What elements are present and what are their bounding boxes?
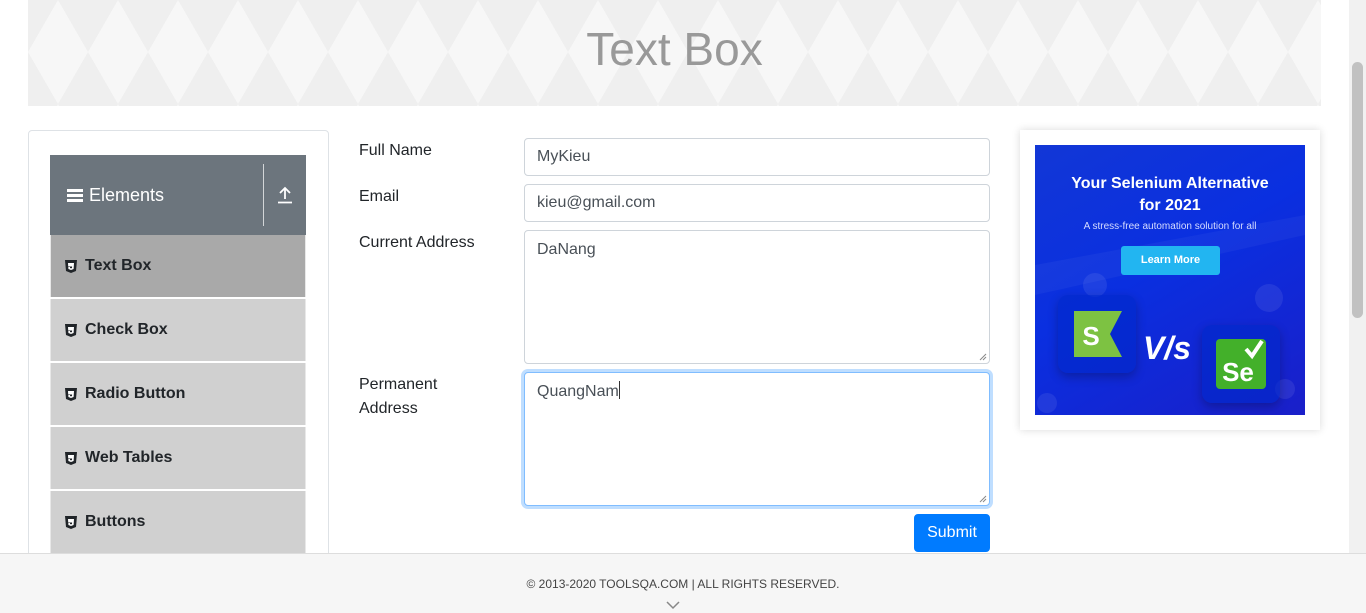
selenium-logo-tile: Se: [1202, 325, 1280, 403]
sidebar-item-label: Radio Button: [85, 385, 186, 402]
html5-icon: [65, 515, 77, 529]
email-input[interactable]: kieu@gmail.com: [524, 184, 990, 222]
permanent-address-label: Permanent Address: [359, 373, 499, 421]
text-cursor: [618, 381, 620, 399]
hamburger-icon: [67, 188, 83, 202]
page-banner: Text Box: [28, 0, 1321, 106]
katalon-logo-tile: S: [1058, 295, 1136, 373]
permanent-address-value: QuangNam: [537, 383, 619, 400]
sidebar-item-web-tables[interactable]: Web Tables: [50, 427, 306, 489]
html5-icon: [65, 259, 77, 273]
upload-arrow-icon: [278, 186, 292, 204]
current-address-label: Current Address: [359, 234, 475, 251]
collapse-toggle[interactable]: [264, 155, 306, 235]
page-title: Text Box: [586, 23, 763, 75]
sidebar-item-label: Web Tables: [85, 449, 173, 466]
learn-more-button[interactable]: Learn More: [1121, 246, 1220, 275]
sidebar-item-radio-button[interactable]: Radio Button: [50, 363, 306, 425]
permanent-address-label-line1: Permanent: [359, 376, 438, 393]
html5-icon: [65, 387, 77, 401]
permanent-address-textarea[interactable]: QuangNam: [524, 372, 990, 506]
resize-handle-icon[interactable]: [979, 353, 987, 361]
advertisement[interactable]: Your Selenium Alternative for 2021 A str…: [1020, 130, 1320, 430]
current-address-value: DaNang: [537, 241, 596, 258]
elements-group-header[interactable]: Elements: [50, 155, 306, 235]
ad-headline: Your Selenium Alternative for 2021: [1035, 173, 1305, 217]
ad-headline-line1: Your Selenium Alternative: [1071, 175, 1269, 192]
html5-icon: [65, 323, 77, 337]
copyright-text: © 2013-2020 TOOLSQA.COM | ALL RIGHTS RES…: [526, 577, 840, 591]
katalon-logo-letter: S: [1082, 321, 1099, 351]
footer: © 2013-2020 TOOLSQA.COM | ALL RIGHTS RES…: [0, 553, 1366, 613]
chevron-down-icon[interactable]: [666, 600, 680, 610]
sidebar-item-label: Text Box: [85, 257, 152, 274]
sidebar-item-buttons[interactable]: Buttons: [50, 491, 306, 553]
ad-subtitle: A stress-free automation solution for al…: [1083, 221, 1257, 232]
sidebar-item-label: Buttons: [85, 513, 146, 530]
katalon-logo-icon: S: [1074, 311, 1122, 357]
submit-button[interactable]: Submit: [914, 514, 990, 552]
ad-headline-line2: for 2021: [1139, 197, 1201, 214]
left-panel: Elements Text Box Check Box Radio Button…: [28, 130, 329, 570]
sidebar-item-text-box[interactable]: Text Box: [50, 235, 306, 297]
vertical-scrollbar[interactable]: [1349, 0, 1366, 553]
ad-banner[interactable]: Your Selenium Alternative for 2021 A str…: [1035, 145, 1305, 415]
ad-vs-text: V/s: [1143, 330, 1192, 366]
sidebar-menu: Text Box Check Box Radio Button Web Tabl…: [50, 235, 306, 555]
sidebar-item-check-box[interactable]: Check Box: [50, 299, 306, 361]
html5-icon: [65, 451, 77, 465]
full-name-label: Full Name: [359, 142, 432, 159]
full-name-input[interactable]: MyKieu: [524, 138, 990, 176]
selenium-logo-letters: Se: [1222, 357, 1254, 387]
selenium-logo-icon: Se: [1216, 339, 1266, 389]
resize-handle-icon[interactable]: [979, 495, 987, 503]
current-address-textarea[interactable]: DaNang: [524, 230, 990, 364]
email-label: Email: [359, 188, 400, 205]
group-title-label: Elements: [89, 184, 165, 205]
permanent-address-label-line2: Address: [359, 400, 418, 417]
sidebar-item-label: Check Box: [85, 321, 168, 338]
scrollbar-thumb[interactable]: [1352, 62, 1363, 318]
group-title[interactable]: Elements: [50, 185, 263, 206]
